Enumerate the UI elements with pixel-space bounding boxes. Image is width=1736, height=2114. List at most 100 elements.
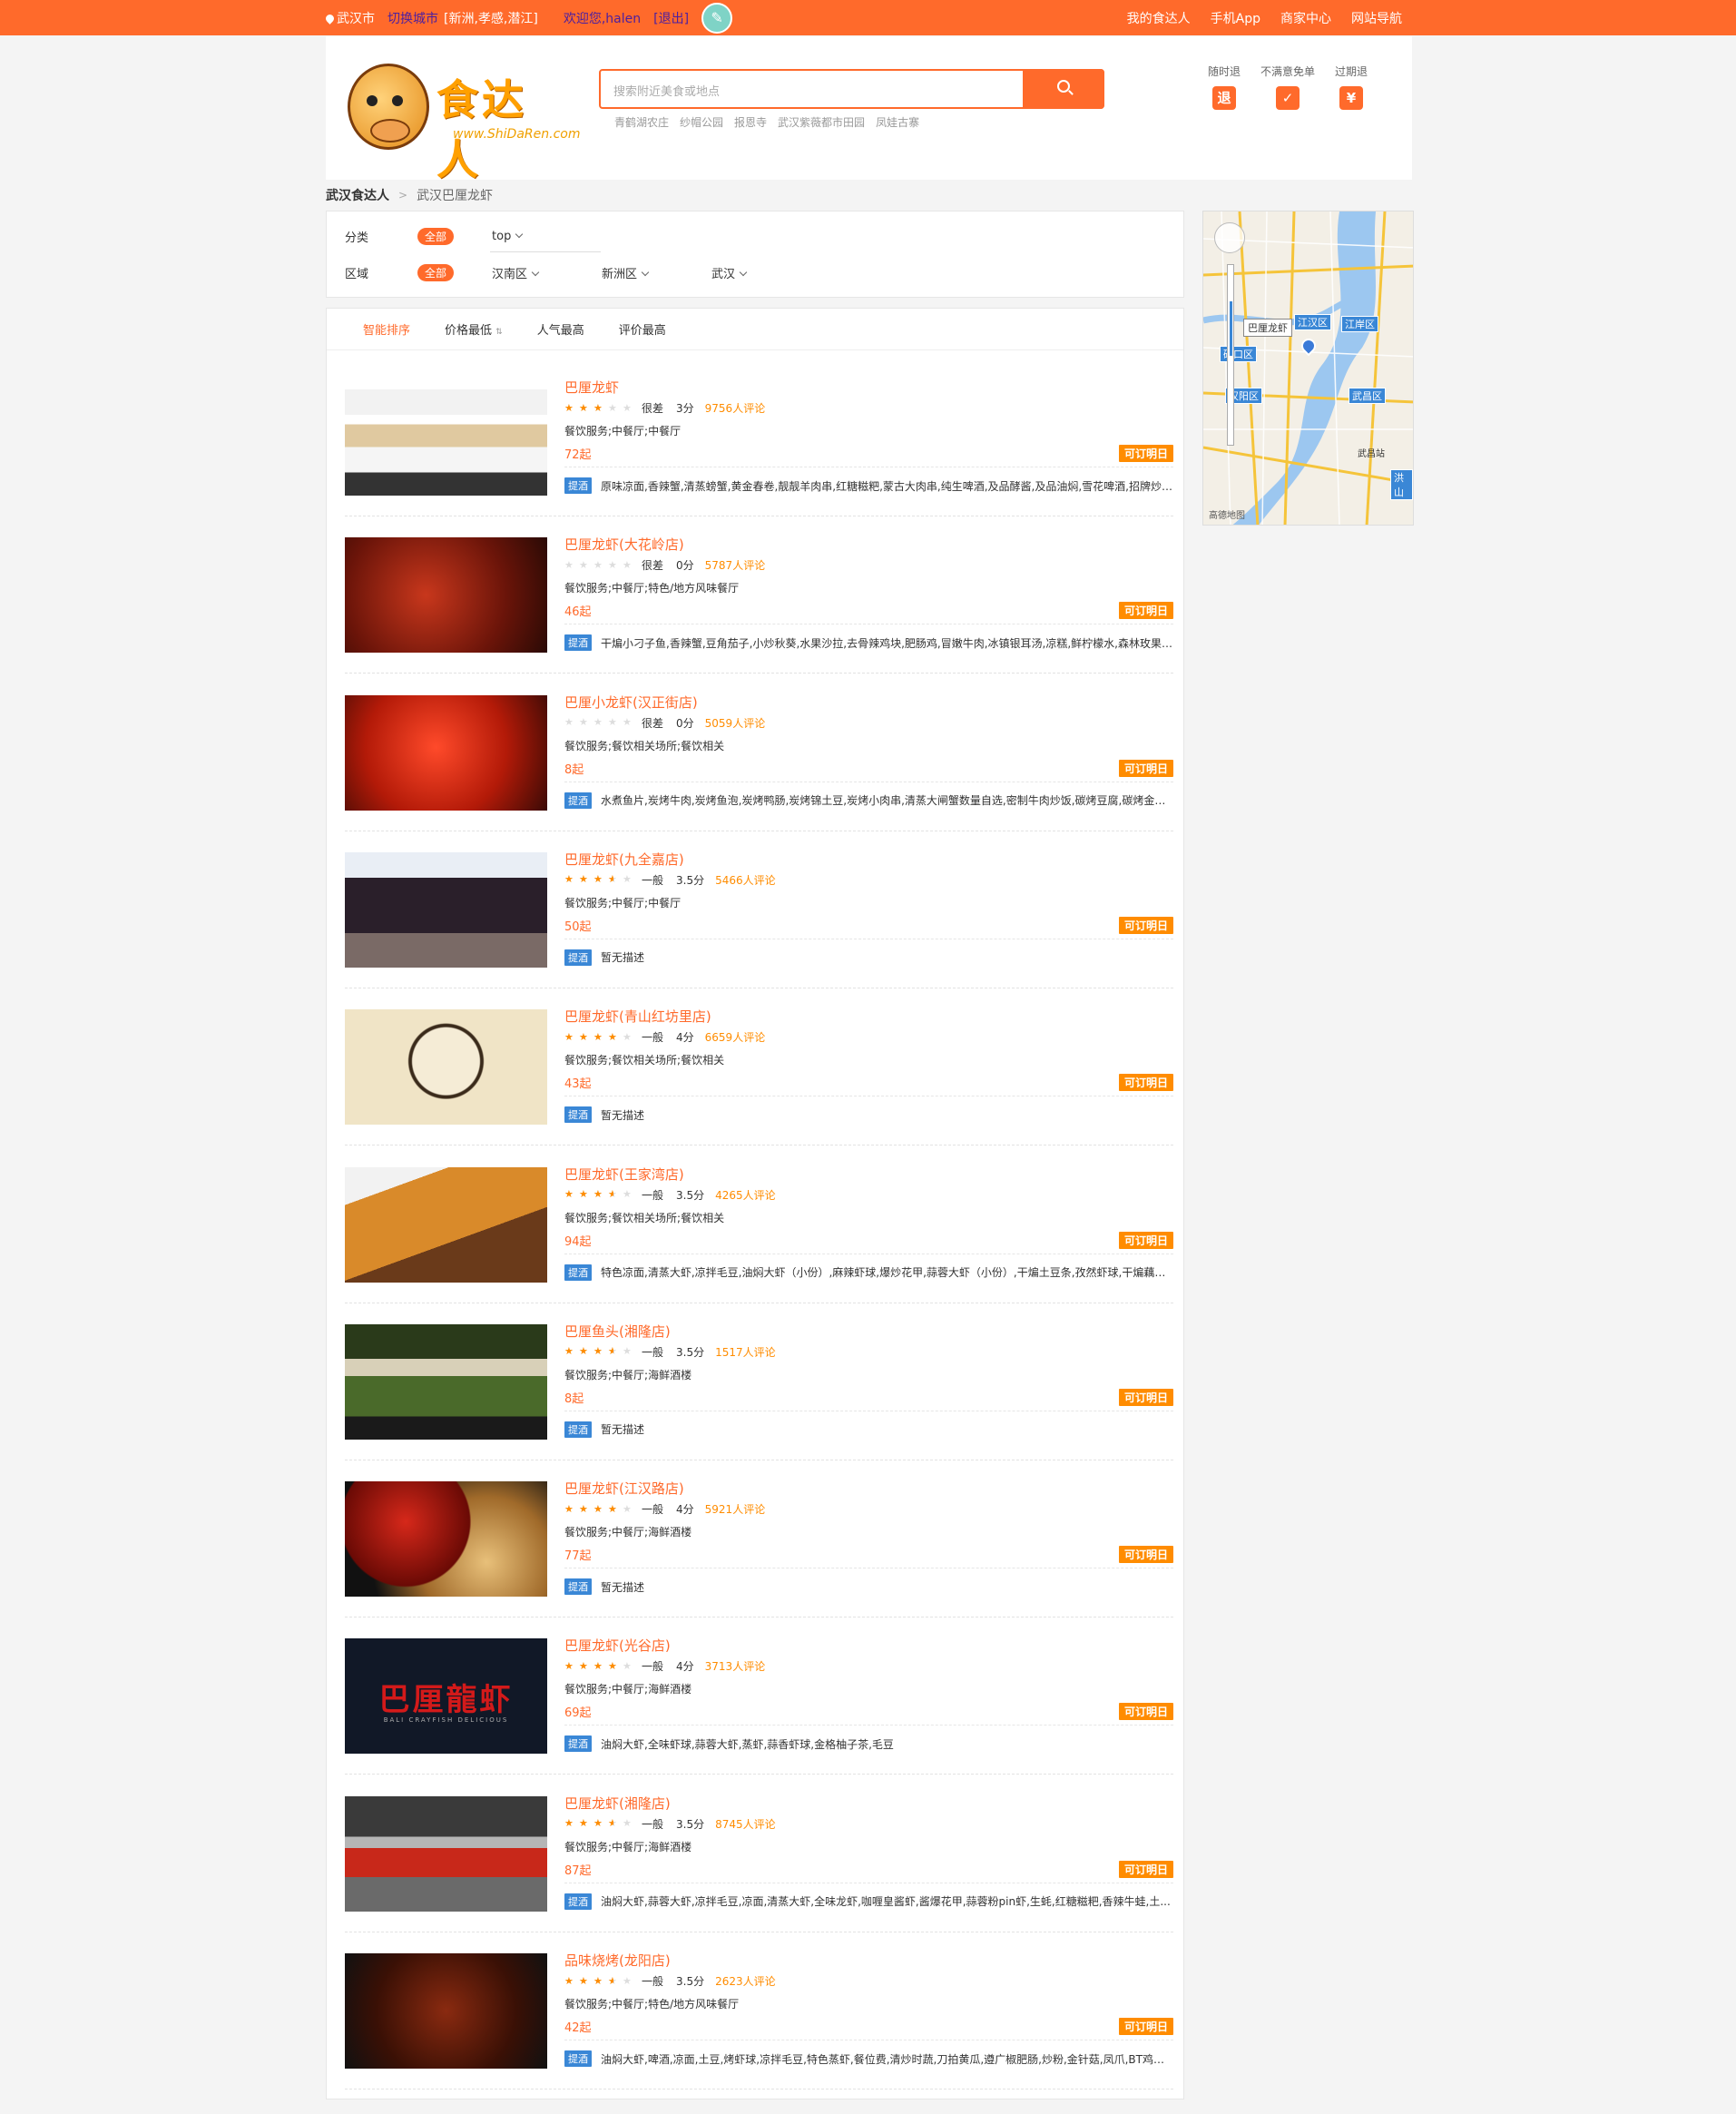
restaurant-name[interactable]: 巴厘龙虾(王家湾店) [564,1165,684,1184]
search-input[interactable]: 搜索附近美食或地点 [613,82,720,99]
my-account-link[interactable]: 我的食达人 [1127,9,1191,27]
map-panel[interactable]: 江汉区 江岸区 硚口区 汉阳区 武昌区 洪山 巴厘龙虾 武昌站 高德地图 [1202,211,1414,526]
area-option-xinzhou[interactable]: 新洲区 [602,264,711,281]
restaurant-thumbnail[interactable] [345,694,547,811]
review-count[interactable]: 5787人评论 [705,557,766,573]
book-tomorrow-button[interactable]: 可订明日 [1118,916,1173,934]
restaurant-item[interactable]: 巴厘龙虾(王家湾店)★★★★★★★★★★一般3.5分4265人评论餐饮服务;餐饮… [345,1146,1173,1303]
restaurant-thumbnail[interactable] [345,1481,547,1598]
sort-smart[interactable]: 智能排序 [363,320,410,338]
restaurant-item[interactable]: 巴厘龙虾(江汉路店)★★★★★★★★★★一般4分5921人评论餐饮服务;中餐厅;… [345,1460,1173,1618]
star-fill: ★ [608,1660,617,1672]
merchant-center-link[interactable]: 商家中心 [1280,9,1331,27]
restaurant-name[interactable]: 巴厘龙虾 [564,378,619,397]
restaurant-name[interactable]: 巴厘小龙虾(汉正街店) [564,693,698,712]
logout-link[interactable]: [退出] [653,9,689,27]
book-tomorrow-button[interactable]: 可订明日 [1118,2018,1173,2035]
recommend-tag: 提酒 [564,634,592,652]
book-tomorrow-button[interactable]: 可订明日 [1118,759,1173,777]
restaurant-name[interactable]: 巴厘鱼头(湘隆店) [564,1322,671,1341]
restaurant-thumbnail[interactable] [345,380,547,496]
book-tomorrow-button[interactable]: 可订明日 [1118,1860,1173,1878]
review-count[interactable]: 5059人评论 [705,715,766,731]
hot-keyword[interactable]: 凤娃古寨 [876,114,919,130]
sort-price-lowest[interactable]: 价格最低 ⇅ [445,320,503,338]
restaurant-name[interactable]: 巴厘龙虾(光谷店) [564,1636,671,1655]
star-icon: ★★ [564,873,574,886]
review-count[interactable]: 4265人评论 [715,1187,776,1203]
hot-keyword[interactable]: 青鹤湖农庄 [614,114,669,130]
review-count[interactable]: 2623人评论 [715,1973,776,1989]
restaurant-item[interactable]: 巴厘龍虾 BALI CRAYFISH DELICIOUS 巴厘龙虾(光谷店) ★ ★ ★ ★… [345,1617,1173,1775]
star-fill: ★ [564,1031,574,1043]
restaurant-thumbnail[interactable] [345,537,547,654]
restaurant-name[interactable]: 巴厘龙虾(青山红坊里店) [564,1007,711,1026]
book-tomorrow-button[interactable]: 可订明日 [1118,445,1173,462]
review-count[interactable]: 5466人评论 [715,872,776,888]
sort-most-popular[interactable]: 人气最高 [537,320,584,338]
area-option-hannan[interactable]: 汉南区 [492,264,602,281]
map-zoom-slider[interactable] [1227,264,1234,446]
map-compass-icon[interactable] [1214,222,1245,253]
review-count[interactable]: 6659人评论 [705,1029,766,1045]
hot-keyword[interactable]: 报恩寺 [734,114,767,130]
recommend-tag: 提酒 [564,792,592,809]
restaurant-item[interactable]: 巴厘龙虾★★★★★★★★★★很差3分9756人评论餐饮服务;中餐厅;中餐厅72起… [345,359,1173,516]
restaurant-thumbnail[interactable] [345,1009,547,1126]
site-logo[interactable]: 食达人 www.ShiDaRen.com [346,58,580,184]
restaurant-item[interactable]: 巴厘龙虾(大花岭店) ★★ ★★ ★★ ★★ ★★ 很差 0分 5787人评论餐饮服务;中餐厅;… [345,516,1173,674]
review-count[interactable]: 1517人评论 [715,1344,776,1360]
restaurant-item[interactable]: 品味烧烤(龙阳店)★★★★★★★★★★一般3.5分2623人评论餐饮服务;中餐厅… [345,1932,1173,2089]
rating-row: ★★ ★★ ★★ ★★ ★★ 很差 0分 5059人评论 [564,715,765,731]
current-city[interactable]: 武汉市 [324,9,375,27]
switch-city-link[interactable]: 切换城市 [387,9,438,27]
search-button[interactable] [1023,69,1104,109]
star-icon: ★★ [579,1974,588,1987]
review-count[interactable]: 3713人评论 [705,1658,766,1674]
review-count[interactable]: 5921人评论 [705,1501,766,1517]
restaurant-item[interactable]: 巴厘鱼头(湘隆店)★★★★★★★★★★一般3.5分1517人评论餐饮服务;中餐厅… [345,1303,1173,1460]
category-all-button[interactable]: 全部 [417,227,455,245]
hot-keyword[interactable]: 武汉紫薇都市田园 [778,114,865,130]
rating-score: 4分 [676,1503,694,1517]
restaurant-thumbnail[interactable] [345,1953,547,2069]
star-icon: ★★ [608,1030,617,1043]
area-all-button[interactable]: 全部 [417,263,455,281]
rating-stars: ★★★★★★★★★★ [564,1660,633,1672]
book-tomorrow-button[interactable]: 可订明日 [1118,1074,1173,1092]
book-tomorrow-button[interactable]: 可订明日 [1118,1231,1173,1249]
restaurant-thumbnail[interactable]: 巴厘龍虾 BALI CRAYFISH DELICIOUS [345,1638,547,1755]
promise-free-if-unsatisfied: 不满意免单 ✓ [1260,64,1315,110]
restaurant-name[interactable]: 巴厘龙虾(大花岭店) [564,535,684,554]
breadcrumb-home[interactable]: 武汉食达人 [326,186,389,204]
category-option-top[interactable]: top [492,230,602,243]
restaurant-thumbnail[interactable] [345,851,547,968]
nearby-cities[interactable]: [新洲,孝感,潜江] [444,9,538,27]
sort-best-rated[interactable]: 评价最高 [619,320,666,338]
restaurant-thumbnail[interactable] [345,1795,547,1912]
book-tomorrow-button[interactable]: 可订明日 [1118,1546,1173,1564]
hot-keyword[interactable]: 纱帽公园 [680,114,723,130]
star-icon: ★★ [593,716,603,729]
restaurant-item[interactable]: 巴厘龙虾(青山红坊里店)★★★★★★★★★★一般4分6659人评论餐饮服务;餐饮… [345,988,1173,1146]
restaurant-name[interactable]: 品味烧烤(龙阳店) [564,1951,671,1970]
review-count[interactable]: 9756人评论 [705,400,766,416]
mobile-app-link[interactable]: 手机App [1211,9,1260,27]
restaurant-name[interactable]: 巴厘龙虾(湘隆店) [564,1794,671,1813]
site-nav-link[interactable]: 网站导航 [1351,9,1402,27]
restaurant-thumbnail[interactable] [345,1323,547,1440]
book-tomorrow-button[interactable]: 可订明日 [1118,602,1173,620]
restaurant-name[interactable]: 巴厘龙虾(江汉路店) [564,1479,684,1498]
restaurant-thumbnail[interactable] [345,1166,547,1283]
book-tomorrow-button[interactable]: 可订明日 [1118,1388,1173,1406]
restaurant-name[interactable]: 巴厘龙虾(九全嘉店) [564,850,684,869]
review-count[interactable]: 8745人评论 [715,1816,776,1832]
star-fill: ★ [579,402,588,414]
restaurant-item[interactable]: 巴厘龙虾(九全嘉店)★★★★★★★★★★一般3.5分5466人评论餐饮服务;中餐… [345,831,1173,988]
restaurant-item[interactable]: 巴厘小龙虾(汉正街店) ★★ ★★ ★★ ★★ ★★ 很差 0分 5059人评论餐饮服务;餐饮相… [345,674,1173,831]
restaurant-item[interactable]: 巴厘龙虾(湘隆店)★★★★★★★★★★一般3.5分8745人评论餐饮服务;中餐厅… [345,1775,1173,1932]
book-tomorrow-button[interactable]: 可订明日 [1118,1703,1173,1721]
area-option-wuhan[interactable]: 武汉 [711,264,821,281]
welcome-user[interactable]: 欢迎您,halen [564,9,641,27]
user-avatar-icon[interactable]: ✎ [701,2,733,34]
